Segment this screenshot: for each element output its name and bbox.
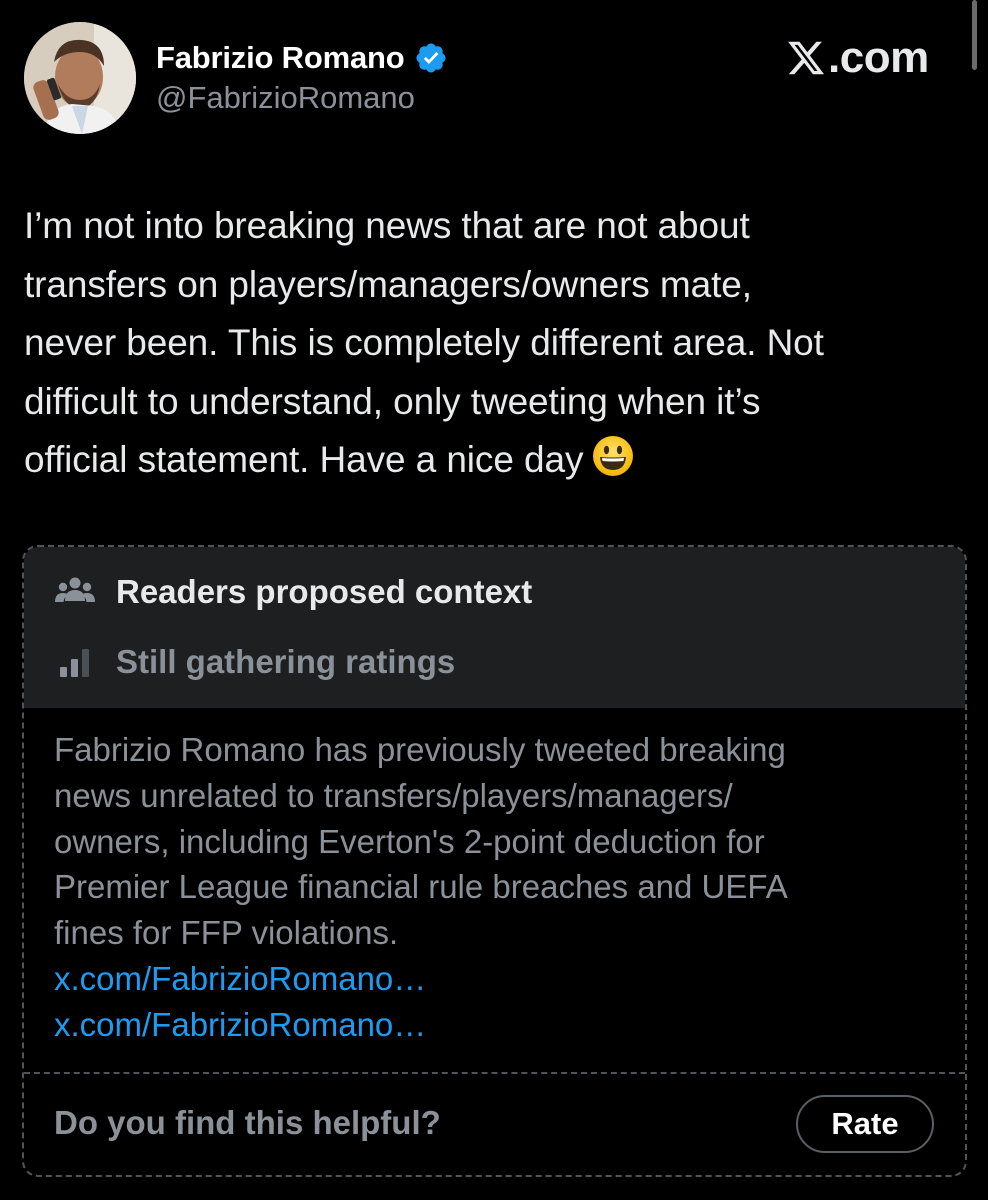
scrollbar[interactable] <box>972 0 977 70</box>
note-body-line: Fabrizio Romano has previously tweeted b… <box>54 731 786 768</box>
brand-text: .com <box>828 33 929 82</box>
note-header: Readers proposed context Still gathering… <box>24 547 965 708</box>
community-note: Readers proposed context Still gathering… <box>22 545 967 1177</box>
note-title: Readers proposed context <box>116 573 533 610</box>
brand-watermark: .com <box>786 33 929 82</box>
display-name[interactable]: Fabrizio Romano <box>156 40 405 76</box>
profile-photo <box>24 22 136 134</box>
people-group-icon <box>55 577 95 602</box>
tweet-text: I’m not into breaking news that are not … <box>24 197 964 490</box>
tweet-line: transfers on players/managers/owners mat… <box>24 263 752 305</box>
helpful-question: Do you find this helpful? <box>54 1104 441 1141</box>
note-status: Still gathering ratings <box>116 643 456 680</box>
note-status-row: Still gathering ratings <box>54 639 455 685</box>
tweet-line: difficult to understand, only tweeting w… <box>24 380 761 422</box>
note-body-line: fines for FFP violations. <box>54 914 399 952</box>
tweet-line-text: official statement. Have a nice day <box>24 439 584 480</box>
rate-button[interactable]: Rate <box>796 1095 934 1153</box>
note-body-line: news unrelated to transfers/players/mana… <box>54 776 733 814</box>
note-body: Fabrizio Romano has previously tweeted b… <box>54 727 944 1048</box>
note-source-link[interactable]: x.com/FabrizioRomano… <box>54 1002 944 1048</box>
avatar[interactable] <box>24 22 136 134</box>
grinning-face-emoji <box>593 436 634 476</box>
x-logo-icon <box>788 41 825 75</box>
author-handle[interactable]: @FabrizioRomano <box>156 80 415 116</box>
note-source-link[interactable]: x.com/FabrizioRomano… <box>54 956 944 1002</box>
note-divider <box>24 1072 965 1074</box>
verified-badge-icon <box>416 43 446 73</box>
tweet-line: never been. This is completely different… <box>24 322 824 363</box>
note-body-line: owners, including Everton's 2-point dedu… <box>54 822 765 860</box>
bar-chart-icon <box>60 649 89 677</box>
author-name-row: Fabrizio Romano <box>156 38 448 78</box>
note-title-row: Readers proposed context <box>54 569 532 615</box>
tweet-line: I’m not into breaking news that are not … <box>24 205 750 246</box>
note-body-line: Premier League financial rule breaches a… <box>54 868 788 906</box>
tweet-line-last: official statement. Have a nice day <box>24 431 964 490</box>
